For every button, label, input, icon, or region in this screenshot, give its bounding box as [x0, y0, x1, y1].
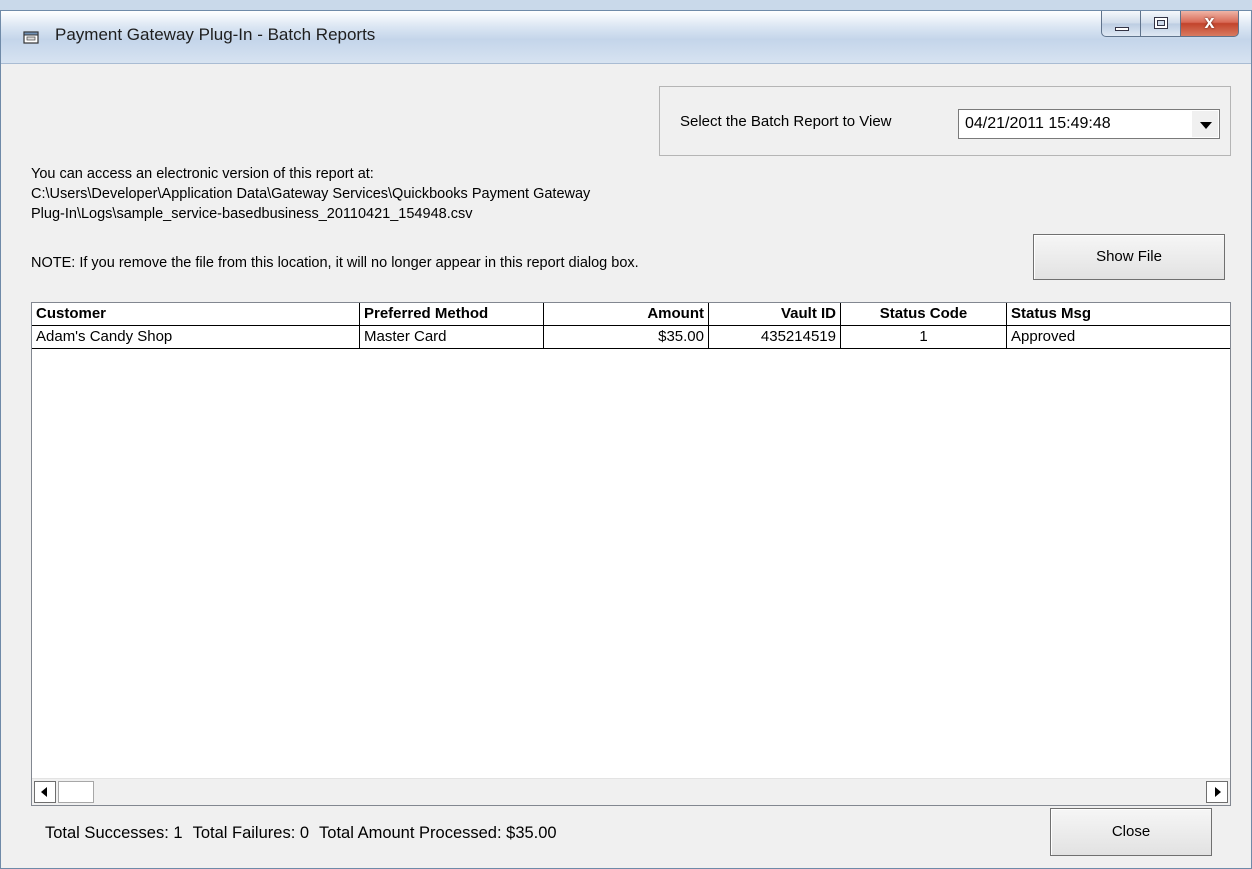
batch-report-grid[interactable]: Customer Preferred Method Amount Vault I…	[31, 302, 1231, 806]
scroll-right-icon[interactable]	[1206, 781, 1228, 803]
scrollbar-thumb[interactable]	[58, 781, 94, 803]
report-path-line-1: C:\Users\Developer\Application Data\Gate…	[31, 186, 591, 202]
minimize-icon	[1115, 27, 1129, 31]
column-header-vault-id[interactable]: Vault ID	[709, 303, 841, 325]
cell-customer: Adam's Candy Shop	[32, 326, 360, 348]
cell-vault-id: 435214519	[709, 326, 841, 348]
column-header-amount[interactable]: Amount	[544, 303, 709, 325]
scroll-left-icon[interactable]	[34, 781, 56, 803]
column-header-preferred-method[interactable]: Preferred Method	[360, 303, 544, 325]
column-header-status-code[interactable]: Status Code	[841, 303, 1007, 325]
column-header-customer[interactable]: Customer	[32, 303, 360, 325]
show-file-button[interactable]: Show File	[1033, 234, 1225, 280]
window-title: Payment Gateway Plug-In - Batch Reports	[55, 25, 376, 44]
removal-note: NOTE: If you remove the file from this l…	[31, 255, 639, 271]
batch-report-value: 04/21/2011 15:49:48	[965, 115, 1111, 132]
batch-report-dropdown[interactable]: 04/21/2011 15:49:48	[958, 109, 1220, 139]
close-window-button[interactable]: x	[1181, 11, 1239, 37]
total-successes: Total Successes: 1	[45, 824, 183, 842]
maximize-icon	[1154, 17, 1168, 29]
table-row[interactable]: Adam's Candy Shop Master Card $35.00 435…	[32, 326, 1230, 349]
cell-amount: $35.00	[544, 326, 709, 348]
minimize-button[interactable]	[1101, 11, 1141, 37]
maximize-button[interactable]	[1141, 11, 1181, 37]
close-button[interactable]: Close	[1050, 808, 1212, 856]
batch-select-label: Select the Batch Report to View	[680, 113, 892, 130]
column-header-status-msg[interactable]: Status Msg	[1007, 303, 1230, 325]
total-failures: Total Failures: 0	[192, 824, 310, 842]
app-window-icon	[23, 31, 39, 44]
title-bar[interactable]: Payment Gateway Plug-In - Batch Reports …	[1, 11, 1251, 64]
batch-reports-window: Payment Gateway Plug-In - Batch Reports …	[0, 10, 1252, 869]
total-amount-processed: Total Amount Processed: $35.00	[319, 824, 557, 842]
window-controls: x	[1101, 11, 1239, 39]
chevron-down-icon[interactable]	[1192, 111, 1218, 137]
batch-select-group: Select the Batch Report to View 04/21/20…	[659, 86, 1231, 156]
cell-status-code: 1	[841, 326, 1007, 348]
horizontal-scrollbar[interactable]	[32, 778, 1230, 805]
close-icon: x	[1204, 12, 1215, 32]
info-line-1: You can access an electronic version of …	[31, 166, 374, 182]
totals-summary: Total Successes: 1 Total Failures: 0 Total…	[45, 824, 567, 843]
cell-preferred-method: Master Card	[360, 326, 544, 348]
cell-status-msg: Approved	[1011, 328, 1076, 345]
grid-header-row: Customer Preferred Method Amount Vault I…	[32, 303, 1230, 326]
report-path-line-2: Plug-In\Logs\sample_service-basedbusines…	[31, 206, 473, 222]
